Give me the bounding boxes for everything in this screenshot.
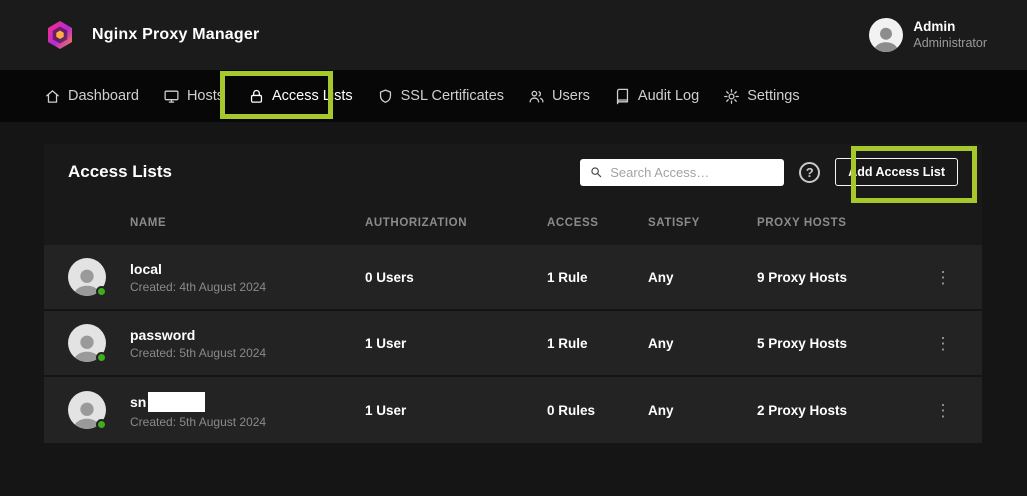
row-menu-button[interactable]: ⋮	[928, 269, 958, 286]
redaction-box	[148, 392, 205, 412]
table-header-row: NAME AUTHORIZATION ACCESS SATISFY PROXY …	[44, 200, 982, 245]
table-body: local Created: 4th August 2024 0 Users 1…	[44, 245, 982, 443]
authorization-cell: 1 User	[365, 336, 547, 351]
nav-label: Hosts	[187, 88, 224, 104]
satisfy-cell: Any	[648, 336, 757, 351]
nav-label: Dashboard	[68, 88, 139, 104]
table-row[interactable]: local Created: 4th August 2024 0 Users 1…	[44, 245, 982, 311]
row-menu-button[interactable]: ⋮	[928, 402, 958, 419]
search-input[interactable]	[610, 165, 775, 180]
app-header: Nginx Proxy Manager Admin Administrator	[0, 0, 1027, 70]
access-list-name: password	[130, 327, 195, 343]
nav-item-settings[interactable]: Settings	[723, 88, 799, 105]
row-menu-button[interactable]: ⋮	[928, 335, 958, 352]
app-title: Nginx Proxy Manager	[92, 26, 259, 44]
table-row[interactable]: password Created: 5th August 2024 1 User…	[44, 311, 982, 377]
created-date: Created: 4th August 2024	[130, 280, 365, 294]
status-dot	[96, 419, 107, 430]
access-list-name: local	[130, 261, 162, 277]
row-avatar	[68, 391, 106, 429]
search-box	[580, 159, 784, 186]
panel-toolbar: Access Lists ? Add Access List	[44, 144, 982, 200]
nav-item-dashboard[interactable]: Dashboard	[44, 88, 139, 105]
nav-label: Access Lists	[272, 88, 353, 104]
nav-item-users[interactable]: Users	[528, 88, 590, 105]
panel-title: Access Lists	[68, 162, 172, 182]
created-date: Created: 5th August 2024	[130, 346, 365, 360]
proxy-hosts-cell: 9 Proxy Hosts	[757, 270, 928, 285]
add-access-list-button[interactable]: Add Access List	[835, 158, 958, 186]
access-list-name: sn	[130, 394, 146, 410]
nav-item-access-lists[interactable]: Access Lists	[248, 88, 353, 105]
col-header-access: ACCESS	[547, 217, 648, 229]
monitor-icon	[163, 88, 180, 105]
authorization-cell: 1 User	[365, 403, 547, 418]
name-cell: sn Created: 5th August 2024	[130, 392, 365, 429]
user-name: Admin	[913, 19, 987, 36]
proxy-hosts-cell: 2 Proxy Hosts	[757, 403, 928, 418]
name-cell: local Created: 4th August 2024	[130, 261, 365, 294]
book-icon	[614, 88, 631, 105]
created-date: Created: 5th August 2024	[130, 415, 365, 429]
gear-icon	[723, 88, 740, 105]
home-icon	[44, 88, 61, 105]
status-dot	[96, 286, 107, 297]
lock-icon	[248, 88, 265, 105]
col-header-proxy-hosts: PROXY HOSTS	[757, 217, 928, 229]
satisfy-cell: Any	[648, 403, 757, 418]
search-icon	[589, 165, 603, 179]
user-menu[interactable]: Admin Administrator	[869, 18, 987, 52]
table-row[interactable]: sn Created: 5th August 2024 1 User 0 Rul…	[44, 377, 982, 443]
users-icon	[528, 88, 545, 105]
nav-label: Audit Log	[638, 88, 699, 104]
nav-item-hosts[interactable]: Hosts	[163, 88, 224, 105]
nav-label: Settings	[747, 88, 799, 104]
col-header-satisfy: SATISFY	[648, 217, 757, 229]
col-header-name: NAME	[130, 217, 365, 229]
name-cell: password Created: 5th August 2024	[130, 327, 365, 360]
satisfy-cell: Any	[648, 270, 757, 285]
access-cell: 0 Rules	[547, 403, 648, 418]
main-nav: Dashboard Hosts Access Lists SSL Certifi…	[0, 70, 1027, 122]
nav-label: Users	[552, 88, 590, 104]
access-lists-panel: Access Lists ? Add Access List NAME AUTH…	[44, 144, 982, 443]
nav-item-ssl-certificates[interactable]: SSL Certificates	[377, 88, 504, 105]
col-header-authorization: AUTHORIZATION	[365, 217, 547, 229]
user-role: Administrator	[913, 36, 987, 52]
row-avatar	[68, 258, 106, 296]
help-icon[interactable]: ?	[799, 162, 820, 183]
user-avatar	[869, 18, 903, 52]
status-dot	[96, 352, 107, 363]
access-cell: 1 Rule	[547, 270, 648, 285]
authorization-cell: 0 Users	[365, 270, 547, 285]
nav-label: SSL Certificates	[401, 88, 504, 104]
nav-item-audit-log[interactable]: Audit Log	[614, 88, 699, 105]
row-avatar	[68, 324, 106, 362]
proxy-hosts-cell: 5 Proxy Hosts	[757, 336, 928, 351]
shield-icon	[377, 88, 394, 105]
npm-logo-icon	[44, 19, 76, 51]
access-cell: 1 Rule	[547, 336, 648, 351]
